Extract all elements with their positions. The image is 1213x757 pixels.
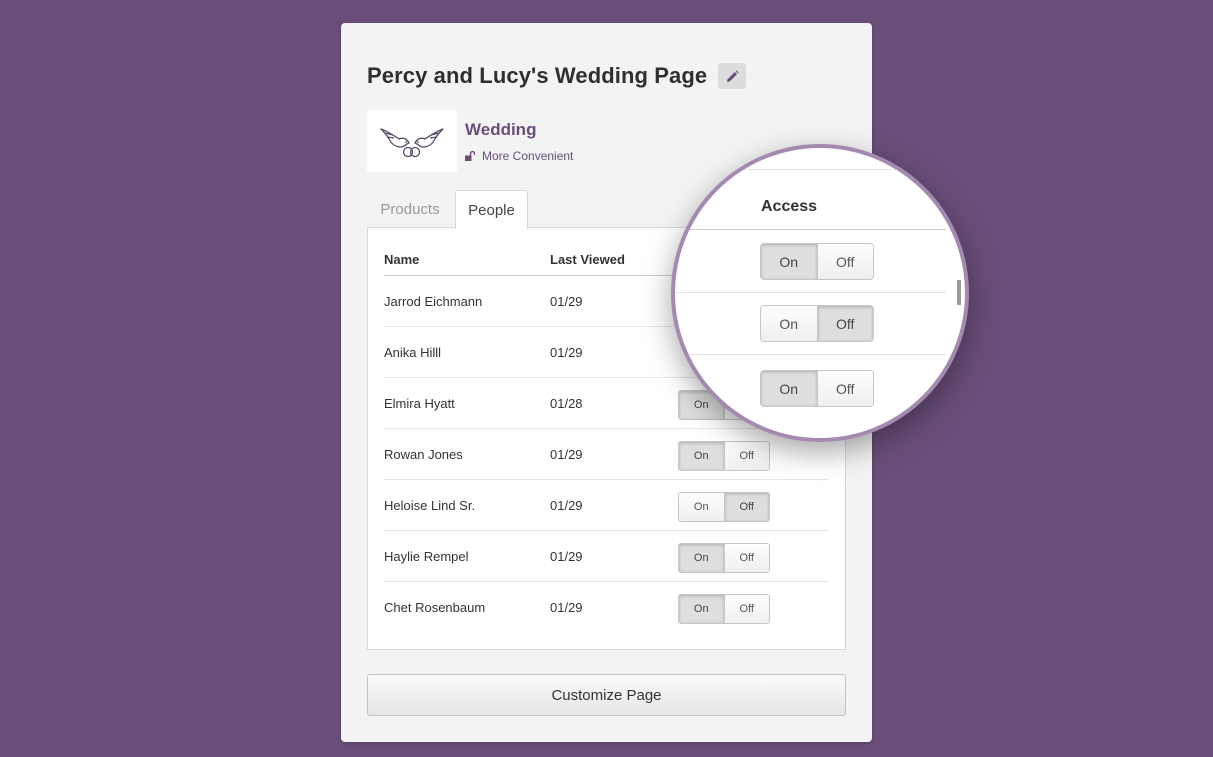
- access-on-button[interactable]: On: [679, 544, 724, 572]
- access-off-button[interactable]: Off: [723, 493, 769, 521]
- access-off-button[interactable]: Off: [723, 595, 769, 623]
- access-on-button[interactable]: On: [761, 244, 817, 279]
- magnified-top-divider: [675, 169, 950, 170]
- last-viewed-date: 01/29: [550, 447, 583, 462]
- person-name: Anika Hilll: [384, 345, 442, 360]
- last-viewed-date: 01/29: [550, 294, 583, 309]
- edit-title-button[interactable]: [718, 63, 747, 89]
- access-off-button[interactable]: Off: [816, 306, 873, 341]
- access-toggle: On Off: [678, 543, 770, 573]
- access-off-button[interactable]: Off: [816, 371, 873, 406]
- column-header-name: Name: [384, 252, 420, 267]
- magnified-header-divider: [675, 229, 946, 230]
- last-viewed-date: 01/29: [550, 549, 583, 564]
- access-off-button[interactable]: Off: [723, 442, 769, 470]
- tab-products[interactable]: Products: [367, 190, 453, 228]
- access-on-button[interactable]: On: [679, 442, 724, 470]
- person-name: Heloise Lind Sr.: [384, 498, 476, 513]
- access-off-button[interactable]: Off: [723, 544, 769, 572]
- plan-name[interactable]: Wedding: [465, 120, 536, 140]
- access-off-button[interactable]: Off: [816, 244, 873, 279]
- title-row: Percy and Lucy's Wedding Page: [367, 63, 747, 89]
- person-name: Rowan Jones: [384, 447, 463, 462]
- lovebirds-rings-icon: [380, 128, 444, 158]
- access-toggle: On Off: [678, 594, 770, 624]
- person-name: Haylie Rempel: [384, 549, 469, 564]
- person-name: Jarrod Eichmann: [384, 294, 483, 309]
- access-on-button[interactable]: On: [679, 595, 724, 623]
- column-header-last-viewed: Last Viewed: [550, 252, 625, 267]
- person-name: Chet Rosenbaum: [384, 600, 486, 615]
- last-viewed-date: 01/28: [550, 396, 583, 411]
- access-toggle: On Off: [678, 441, 770, 471]
- last-viewed-date: 01/29: [550, 345, 583, 360]
- magnified-access-column: Access On Off On Off On Off: [675, 148, 965, 438]
- magnified-row-divider: [675, 354, 946, 355]
- table-row: Chet Rosenbaum 01/29 On Off: [384, 582, 829, 633]
- table-row: Heloise Lind Sr. 01/29 On Off: [384, 480, 829, 531]
- access-toggle: On Off: [760, 243, 874, 280]
- customize-page-button[interactable]: Customize Page: [367, 674, 846, 716]
- last-viewed-date: 01/29: [550, 600, 583, 615]
- access-toggle: On Off: [760, 305, 874, 342]
- unlock-icon: [465, 151, 475, 161]
- wedding-logo: [367, 110, 457, 172]
- access-on-button[interactable]: On: [679, 493, 724, 521]
- person-name: Elmira Hyatt: [384, 396, 455, 411]
- last-viewed-date: 01/29: [550, 498, 583, 513]
- plan-subtitle-label: More Convenient: [482, 149, 574, 163]
- column-header-access: Access: [761, 198, 818, 215]
- pencil-icon: [726, 69, 739, 82]
- plan-subtitle: More Convenient: [465, 149, 573, 163]
- page-title: Percy and Lucy's Wedding Page: [367, 63, 708, 88]
- magnified-row-divider: [675, 292, 946, 293]
- access-magnifier: Access On Off On Off On Off: [671, 144, 969, 442]
- tab-people[interactable]: People: [455, 190, 528, 229]
- access-toggle: On Off: [760, 370, 874, 407]
- access-on-button[interactable]: On: [761, 371, 817, 406]
- magnified-panel-edge: [957, 280, 961, 305]
- table-row: Haylie Rempel 01/29 On Off: [384, 531, 829, 582]
- access-toggle: On Off: [678, 492, 770, 522]
- access-on-button[interactable]: On: [761, 306, 817, 341]
